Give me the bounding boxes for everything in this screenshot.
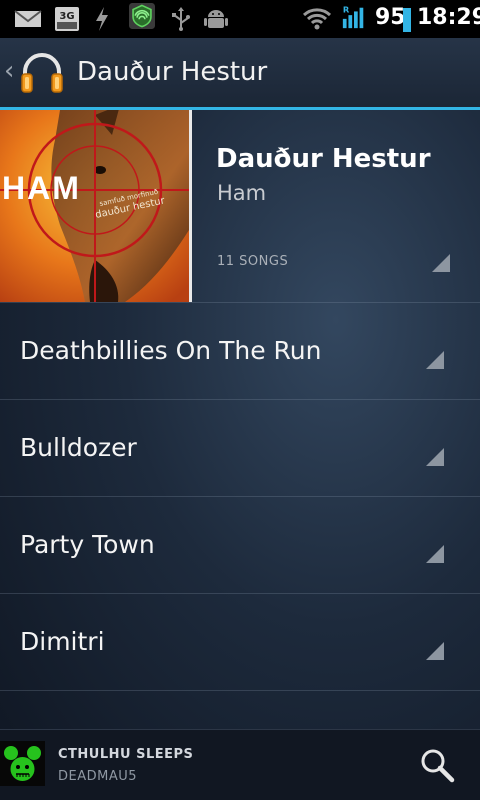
now-playing-bar[interactable]: CTHULHU SLEEPS DEADMAU5 bbox=[0, 729, 480, 800]
back-chevron-icon: ‹ bbox=[4, 56, 15, 86]
song-title: Party Town bbox=[20, 530, 155, 559]
search-icon[interactable] bbox=[418, 746, 456, 784]
song-context-menu-icon[interactable] bbox=[426, 351, 444, 369]
flash-icon bbox=[96, 7, 108, 31]
music-app-screen: 3G R 95 18:29 ‹ Dauður Hestur HAM dauður… bbox=[0, 0, 480, 800]
song-context-menu-icon[interactable] bbox=[426, 448, 444, 466]
song-title: Bulldozer bbox=[20, 433, 137, 462]
song-list: Deathbillies On The Run Bulldozer Party … bbox=[0, 302, 480, 729]
now-playing-artist: DEADMAU5 bbox=[58, 769, 138, 784]
song-context-menu-icon[interactable] bbox=[426, 545, 444, 563]
album-art-title: HAM bbox=[2, 170, 81, 206]
headphones-icon bbox=[21, 53, 63, 93]
battery-icon bbox=[403, 8, 411, 32]
up-button[interactable]: ‹ bbox=[0, 38, 70, 107]
song-row[interactable]: Deathbillies On The Run bbox=[0, 302, 480, 400]
clock: 18:29 bbox=[417, 5, 480, 30]
android-icon bbox=[204, 10, 228, 28]
song-title: Deathbillies On The Run bbox=[20, 336, 322, 365]
wifi-icon bbox=[302, 8, 332, 30]
song-row[interactable]: Party Town bbox=[0, 496, 480, 594]
3g-icon: 3G bbox=[55, 7, 79, 31]
album-header: HAM dauður hestur samfuð morfinuð Dauður… bbox=[0, 110, 480, 302]
album-art: HAM dauður hestur samfuð morfinuð bbox=[0, 110, 192, 302]
album-context-menu-icon[interactable] bbox=[432, 254, 450, 272]
song-row-partial bbox=[0, 690, 480, 730]
svg-text:R: R bbox=[343, 4, 350, 14]
mail-icon bbox=[14, 10, 42, 27]
album-cover-image: HAM dauður hestur samfuð morfinuð bbox=[0, 110, 189, 302]
signal-icon: R bbox=[342, 4, 364, 29]
song-title: Dimitri bbox=[20, 627, 105, 656]
svg-text:3G: 3G bbox=[59, 11, 74, 22]
song-row[interactable]: Dimitri bbox=[0, 593, 480, 691]
now-playing-art bbox=[0, 741, 45, 786]
song-row[interactable]: Bulldozer bbox=[0, 399, 480, 497]
action-bar-title: Dauður Hestur bbox=[77, 57, 268, 87]
album-title: Dauður Hestur bbox=[216, 144, 431, 174]
album-artist: Ham bbox=[217, 181, 267, 205]
action-bar: ‹ Dauður Hestur bbox=[0, 38, 480, 107]
album-info[interactable]: Dauður Hestur Ham 11 SONGS bbox=[192, 110, 480, 302]
song-count: 11 SONGS bbox=[217, 254, 289, 269]
status-bar: 3G R 95 18:29 bbox=[0, 0, 480, 38]
song-context-menu-icon[interactable] bbox=[426, 642, 444, 660]
shield-icon bbox=[129, 3, 155, 29]
usb-icon bbox=[172, 7, 190, 31]
now-playing-title: CTHULHU SLEEPS bbox=[58, 747, 194, 762]
